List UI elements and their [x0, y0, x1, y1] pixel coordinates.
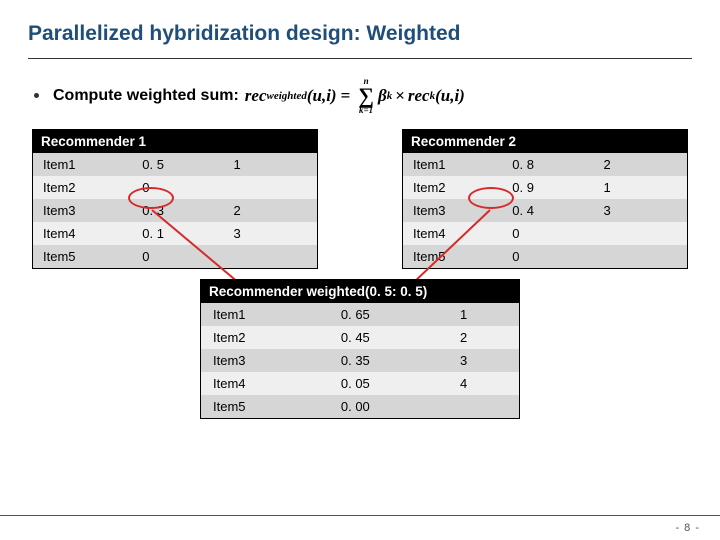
weighted-header: Recommender weighted(0. 5: 0. 5) [201, 279, 520, 303]
table-row: Item50. 00 [201, 395, 520, 419]
table-row: Item10. 82 [403, 153, 688, 176]
bullet-line: Compute weighted sum: recweighted(u,i) =… [34, 77, 692, 115]
recommender-2-table: Recommender 2 Item10. 82 Item20. 91 Item… [402, 129, 688, 269]
recommender-weighted-table: Recommender weighted(0. 5: 0. 5) Item10.… [200, 279, 520, 419]
formula: recweighted(u,i) = n ∑ k=1 βk × reck(u,i… [245, 77, 465, 115]
table-row: Item40. 054 [201, 372, 520, 395]
table-row: Item20. 91 [403, 176, 688, 199]
recommender-1-table: Recommender 1 Item10. 51 Item20 Item30. … [32, 129, 318, 269]
weighted-table-wrap: Recommender weighted(0. 5: 0. 5) Item10.… [28, 279, 692, 419]
page-number: - 8 - [675, 522, 700, 534]
rec2-header: Recommender 2 [403, 129, 688, 153]
table-row: Item30. 43 [403, 199, 688, 222]
table-row: Item10. 51 [33, 153, 318, 176]
table-row: Item50 [33, 245, 318, 269]
slide-title: Parallelized hybridization design: Weigh… [28, 22, 692, 56]
table-row: Item40. 13 [33, 222, 318, 245]
table-row: Item20 [33, 176, 318, 199]
divider-top [28, 58, 692, 59]
bullet-text: Compute weighted sum: [53, 87, 239, 105]
table-row: Item20. 452 [201, 326, 520, 349]
table-row: Item30. 353 [201, 349, 520, 372]
rec1-header: Recommender 1 [33, 129, 318, 153]
top-tables-row: Recommender 1 Item10. 51 Item20 Item30. … [32, 129, 688, 269]
bullet-icon [34, 93, 39, 98]
table-row: Item50 [403, 245, 688, 269]
divider-bottom [0, 515, 720, 516]
table-row: Item30. 32 [33, 199, 318, 222]
table-row: Item40 [403, 222, 688, 245]
table-row: Item10. 651 [201, 303, 520, 326]
